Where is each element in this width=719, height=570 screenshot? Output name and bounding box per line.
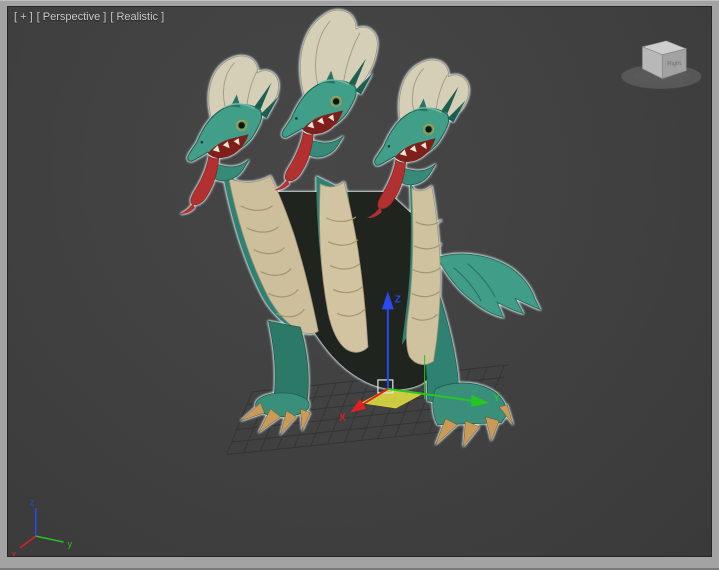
gizmo-y-label: Y: [493, 393, 500, 404]
perspective-viewport[interactable]: [ + ] [ Perspective ][ Realistic ] Z Y X …: [7, 6, 712, 557]
tripod-x-label: x: [12, 549, 17, 556]
viewport-menu-general[interactable]: [ + ]: [14, 11, 33, 23]
world-axis-tripod: z x y: [12, 497, 73, 556]
viewcube-face-label: Right: [667, 61, 682, 68]
viewport-label-bar: [ + ] [ Perspective ][ Realistic ]: [14, 11, 168, 23]
viewport-canvas[interactable]: Z Y X z x y Right: [8, 7, 711, 556]
viewcube[interactable]: Right: [621, 40, 702, 90]
gizmo-x-label: X: [339, 413, 346, 424]
gizmo-z-label: Z: [395, 294, 401, 305]
left-leg: [240, 320, 311, 435]
viewport-menu-shading[interactable]: [ Realistic ]: [110, 11, 164, 23]
right-foot: [432, 382, 514, 448]
hydra-model[interactable]: [179, 9, 541, 448]
tripod-y-label: y: [68, 539, 73, 549]
tripod-z-label: z: [30, 497, 35, 507]
viewport-menu-pov[interactable]: [ Perspective ]: [37, 11, 107, 23]
max-window-frame: [ + ] [ Perspective ][ Realistic ] Z Y X …: [0, 0, 719, 570]
